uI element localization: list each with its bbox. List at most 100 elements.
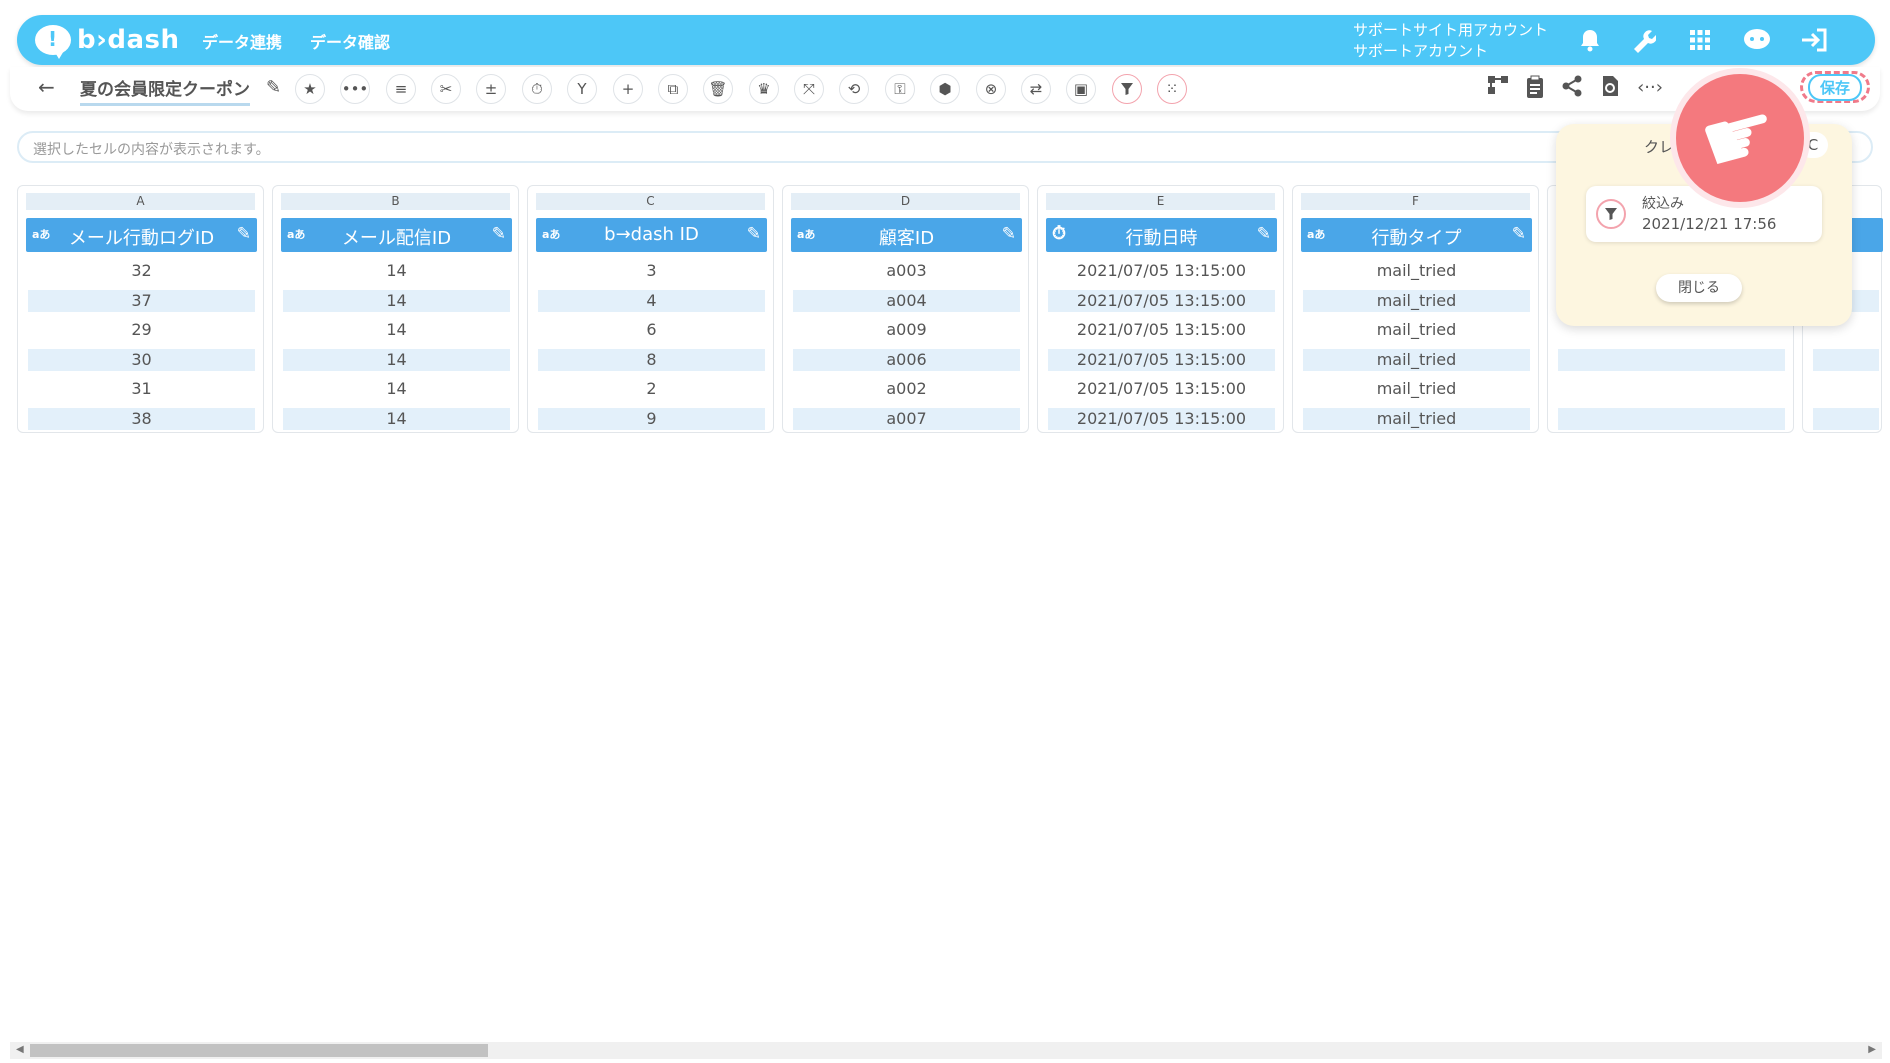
table-cell[interactable]: 14 (283, 348, 510, 371)
table-cell[interactable] (1813, 407, 1879, 430)
edit-title-pencil-icon[interactable]: ✎ (266, 77, 281, 98)
table-cell[interactable]: mail_tried (1303, 319, 1530, 341)
bell-icon[interactable] (1575, 25, 1605, 55)
save-button[interactable]: 保存 (1800, 71, 1870, 103)
document-title[interactable]: 夏の会員限定クーポン (80, 75, 250, 106)
table-cell[interactable]: a004 (793, 289, 1020, 312)
column-header[interactable]: aあ b→dash ID ✎ (536, 218, 767, 252)
clipboard-icon[interactable] (1520, 75, 1550, 105)
column-letter[interactable]: B (281, 193, 510, 210)
bdash-logo[interactable]: ! b›dash (35, 21, 179, 59)
support-chat-icon[interactable] (1742, 25, 1772, 55)
edit-column-pencil-icon[interactable]: ✎ (492, 224, 506, 244)
table-cell[interactable] (1558, 407, 1785, 430)
table-cell[interactable]: 31 (28, 378, 255, 400)
text-lines-icon[interactable]: ≡ (386, 74, 416, 104)
edit-column-pencil-icon[interactable]: ✎ (1002, 224, 1016, 244)
table-cell[interactable]: 2 (538, 378, 765, 400)
column-letter[interactable]: A (26, 193, 255, 210)
table-cell[interactable]: mail_tried (1303, 407, 1530, 430)
column-letter[interactable]: D (791, 193, 1020, 210)
table-cell[interactable]: a002 (793, 378, 1020, 400)
table-cell[interactable]: 4 (538, 289, 765, 312)
box-icon[interactable]: ⬢ (930, 74, 960, 104)
account-info[interactable]: サポートサイト用アカウント サポートアカウント (1353, 20, 1548, 62)
edit-column-pencil-icon[interactable]: ✎ (1512, 224, 1526, 244)
nav-data-check[interactable]: データ確認 (310, 29, 390, 53)
table-cell[interactable]: 30 (28, 348, 255, 371)
horizontal-scrollbar[interactable]: ◀ ▶ (10, 1042, 1882, 1059)
table-cell[interactable]: 2021/07/05 13:15:00 (1048, 289, 1275, 312)
refresh-document-icon[interactable] (1595, 75, 1625, 103)
scissors-icon[interactable]: ✂ (431, 74, 461, 104)
column-letter[interactable]: F (1301, 193, 1530, 210)
favorite-star-icon[interactable]: ★ (295, 74, 325, 104)
table-cell[interactable]: 14 (283, 407, 510, 430)
nav-data-integration[interactable]: データ連携 (202, 29, 282, 53)
column-header[interactable]: aあ 顧客ID ✎ (791, 218, 1022, 252)
crown-icon[interactable]: ♛ (749, 74, 779, 104)
table-cell[interactable]: 32 (28, 260, 255, 282)
back-arrow-icon[interactable]: ← (38, 75, 55, 99)
apps-grid-icon[interactable] (1685, 25, 1715, 55)
scroll-left-arrow-icon[interactable]: ◀ (16, 1044, 24, 1055)
edit-column-pencil-icon[interactable]: ✎ (747, 224, 761, 244)
edit-column-pencil-icon[interactable]: ✎ (237, 224, 251, 244)
close-popup-button[interactable]: 閉じる (1656, 274, 1742, 302)
grid-dots-icon[interactable]: ⁙ (1157, 74, 1187, 104)
repeat-icon[interactable]: ⟲ (839, 74, 869, 104)
table-cell[interactable]: 2021/07/05 13:15:00 (1048, 407, 1275, 430)
table-cell[interactable]: 6 (538, 319, 765, 341)
table-cell[interactable]: a006 (793, 348, 1020, 371)
logout-icon[interactable] (1799, 25, 1829, 55)
expand-icon[interactable]: ⤧ (794, 74, 824, 104)
table-cell[interactable] (1558, 348, 1785, 371)
column-header[interactable]: aあ メール行動ログID ✎ (26, 218, 257, 252)
scrollbar-thumb[interactable] (30, 1044, 488, 1057)
flow-diagram-icon[interactable] (1483, 75, 1513, 101)
table-cell[interactable]: 14 (283, 289, 510, 312)
table-cell[interactable]: 14 (283, 378, 510, 400)
table-cell[interactable]: 2021/07/05 13:15:00 (1048, 260, 1275, 282)
table-cell[interactable]: mail_tried (1303, 260, 1530, 282)
table-cell[interactable]: mail_tried (1303, 289, 1530, 312)
table-cell[interactable] (1813, 348, 1879, 371)
table-cell[interactable]: 8 (538, 348, 765, 371)
swap-icon[interactable]: ⇄ (1021, 74, 1051, 104)
table-cell[interactable]: a007 (793, 407, 1020, 430)
table-cell[interactable]: mail_tried (1303, 378, 1530, 400)
calculation-icon[interactable]: ± (476, 74, 506, 104)
table-cell[interactable]: 14 (283, 319, 510, 341)
table-cell[interactable]: 2021/07/05 13:15:00 (1048, 319, 1275, 341)
table-cell[interactable]: mail_tried (1303, 348, 1530, 371)
table-cell[interactable]: 3 (538, 260, 765, 282)
column-letter[interactable]: C (536, 193, 765, 210)
wrench-icon[interactable] (1628, 25, 1658, 55)
column-header[interactable]: aあ メール配信ID ✎ (281, 218, 512, 252)
add-plus-icon[interactable]: + (613, 74, 643, 104)
edit-column-pencil-icon[interactable]: ✎ (1257, 224, 1271, 244)
timer-icon[interactable]: ⏱ (522, 74, 552, 104)
table-cell[interactable]: 38 (28, 407, 255, 430)
table-cell[interactable]: 29 (28, 319, 255, 341)
share-icon[interactable] (1557, 75, 1587, 103)
scroll-right-arrow-icon[interactable]: ▶ (1868, 1044, 1876, 1055)
table-cell[interactable]: 37 (28, 289, 255, 312)
table-cell[interactable]: 2021/07/05 13:15:00 (1048, 348, 1275, 371)
table-cell[interactable]: a003 (793, 260, 1020, 282)
table-cell[interactable]: 2021/07/05 13:15:00 (1048, 378, 1275, 400)
code-embed-icon[interactable]: ‹··› (1635, 77, 1665, 98)
table-cell[interactable]: 9 (538, 407, 765, 430)
more-dots-icon[interactable]: ••• (340, 74, 370, 104)
merge-branch-icon[interactable]: Y (567, 74, 597, 104)
cancel-circle-icon[interactable]: ⊗ (976, 74, 1006, 104)
key-lock-icon[interactable]: ⚿ (885, 74, 915, 104)
table-cell[interactable]: a009 (793, 319, 1020, 341)
copy-icon[interactable]: ⧉ (658, 74, 688, 104)
column-letter[interactable]: E (1046, 193, 1275, 210)
column-header[interactable]: aあ 行動タイプ ✎ (1301, 218, 1532, 252)
frame-icon[interactable]: ▣ (1066, 74, 1096, 104)
table-cell[interactable]: 14 (283, 260, 510, 282)
trash-icon[interactable]: 🗑 (703, 74, 733, 104)
filter-funnel-icon[interactable] (1112, 74, 1142, 104)
